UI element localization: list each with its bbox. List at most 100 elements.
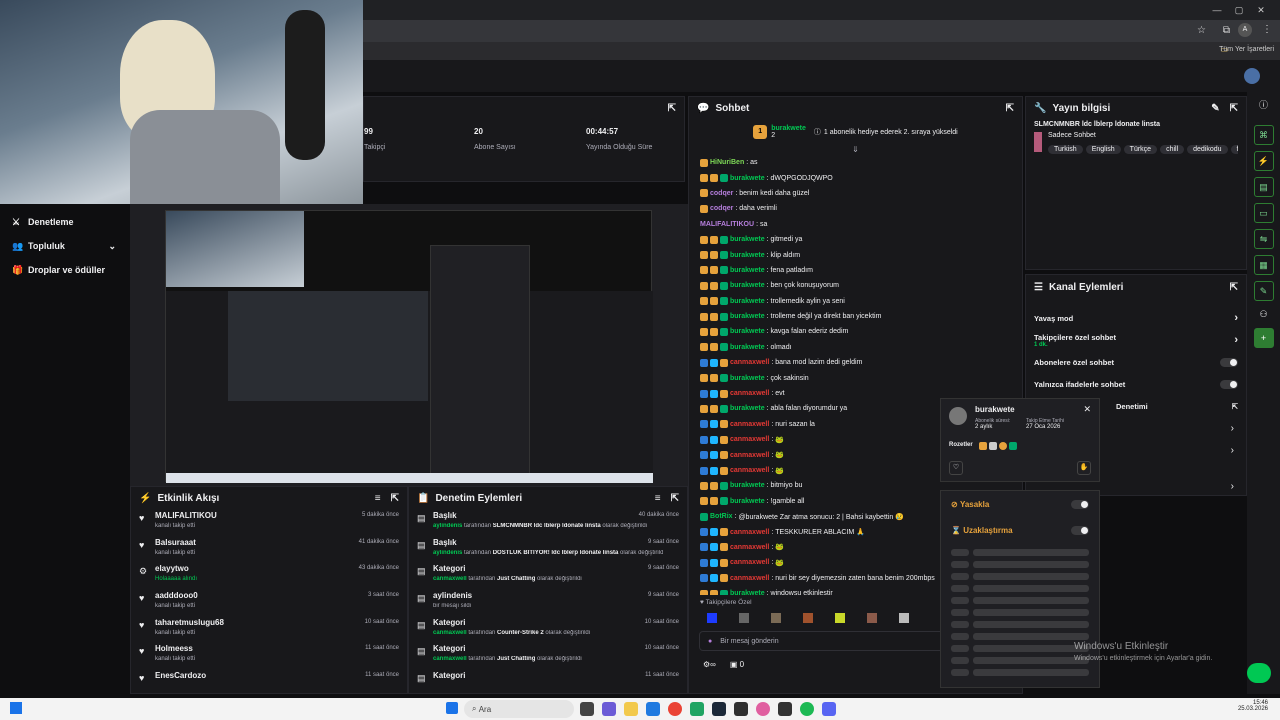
chat-username[interactable]: burakwete (730, 282, 765, 289)
filter-icon[interactable]: ≡ (375, 493, 381, 504)
chat-username[interactable]: canmaxwell (730, 421, 769, 428)
channel-action-row[interactable]: Takipçilere özel sohbet 1 dk. › (1026, 329, 1246, 351)
obs-icon[interactable] (778, 702, 792, 716)
filter-icon[interactable]: ≡ (655, 493, 661, 504)
modlog-actor[interactable]: canmaxwell (433, 576, 467, 582)
chat-username[interactable]: HiNuriBen (710, 159, 744, 166)
stream-tag[interactable]: fu (1230, 145, 1238, 154)
gifter-name[interactable]: burakwete (771, 125, 806, 132)
modlog-actor[interactable]: canmaxwell (433, 630, 467, 636)
channel-action-row[interactable]: Abonelere özel sohbet (1026, 351, 1246, 373)
extensions-icon[interactable]: ⧉ (1223, 25, 1230, 36)
chat-username[interactable]: burakwete (730, 498, 765, 505)
popout-icon[interactable]: ⇱ (671, 493, 679, 504)
mic-icon[interactable]: ● (708, 638, 712, 645)
stream-tag[interactable]: Türkçe (1123, 145, 1158, 154)
scroll-down-icon[interactable]: ⇓ (689, 145, 1022, 155)
popout-icon[interactable]: ⇱ (1006, 103, 1014, 114)
stream-video[interactable] (165, 210, 653, 483)
chevron-right-icon[interactable]: › (1234, 334, 1238, 346)
chat-username[interactable]: canmaxwell (730, 436, 769, 443)
start-menu-icon[interactable] (446, 702, 458, 714)
chat-username[interactable]: codqer (710, 205, 733, 212)
chat-username[interactable]: burakwete (730, 175, 765, 182)
popout-icon[interactable]: ⇱ (668, 103, 676, 114)
link-icon[interactable]: ⇋ (1253, 229, 1274, 249)
emote-icon[interactable] (835, 613, 845, 623)
emote-icon[interactable] (867, 613, 877, 623)
ban-row[interactable]: ⊘ Yasakla (941, 491, 1099, 517)
modlog-actor[interactable]: aylindenis (433, 523, 462, 529)
close-icon[interactable]: ✕ (1083, 404, 1091, 415)
chat-username[interactable]: canmaxwell (730, 559, 769, 566)
chat-username[interactable]: canmaxwell (730, 467, 769, 474)
floating-action-button[interactable] (1247, 663, 1271, 683)
timeout-row[interactable]: ⌛ Uzaklaştırma (941, 517, 1099, 543)
chat-username[interactable]: burakwete (730, 590, 765, 595)
chat-username[interactable]: burakwete (730, 375, 765, 382)
action-toggle[interactable] (1220, 357, 1238, 367)
report-button[interactable]: ✋ (1077, 461, 1091, 475)
action-toggle[interactable] (1220, 379, 1238, 389)
popout-icon[interactable]: ⇱ (391, 493, 399, 504)
chat-username[interactable]: burakwete (730, 482, 765, 489)
clipboard-icon[interactable]: ▤ (1253, 177, 1274, 197)
info-icon[interactable]: ⓘ (1247, 98, 1280, 111)
popout-icon[interactable]: ⇱ (1230, 103, 1238, 114)
edit-icon[interactable]: ✎ (1211, 103, 1219, 114)
popout-icon[interactable]: ⇱ (1232, 402, 1238, 411)
all-bookmarks-link[interactable]: Tüm Yer İşaretleri (1219, 46, 1274, 53)
chat-username[interactable]: MALIFALITIKOU (700, 221, 754, 228)
taskbar-clock[interactable]: 15:46 25.03.2026 (1238, 700, 1268, 712)
stream-tag[interactable]: Turkish (1048, 145, 1083, 154)
chevron-right-icon[interactable]: › (1231, 445, 1234, 456)
stream-tag[interactable]: dedikodu (1187, 145, 1228, 154)
taskbar-search[interactable]: ⌕ Ara (464, 700, 574, 718)
popout-icon[interactable]: ⇱ (1230, 282, 1238, 293)
user-avatar[interactable] (1244, 68, 1260, 84)
chat-username[interactable]: burakwete (730, 298, 765, 305)
profile-avatar[interactable]: A (1238, 23, 1252, 37)
chat-username[interactable]: burakwete (730, 405, 765, 412)
follow-heart-button[interactable]: ♡ (949, 461, 963, 475)
stream-tag[interactable]: English (1085, 145, 1121, 154)
channel-action-row[interactable]: Yalnızca ifadelerle sohbet (1026, 373, 1246, 395)
spotify-icon[interactable] (800, 702, 814, 716)
menu-kebab-icon[interactable]: ⋮ (1262, 24, 1272, 35)
app-icon[interactable] (756, 702, 770, 716)
close-window-button[interactable]: ✕ (1250, 0, 1272, 20)
chat-username[interactable]: burakwete (730, 267, 765, 274)
app-icon[interactable] (602, 702, 616, 716)
star-icon[interactable]: ☆ (1197, 25, 1206, 36)
chat-username[interactable]: canmaxwell (730, 452, 769, 459)
app-icon[interactable] (690, 702, 704, 716)
chat-username[interactable]: codqer (710, 190, 733, 197)
emote-icon[interactable] (707, 613, 717, 623)
stream-tag[interactable]: chill (1160, 145, 1185, 154)
chat-username[interactable]: canmaxwell (730, 529, 769, 536)
chevron-right-icon[interactable]: › (1231, 423, 1234, 434)
usercard-name[interactable]: burakwete (975, 405, 1015, 414)
chat-username[interactable]: burakwete (730, 236, 765, 243)
chat-username[interactable]: canmaxwell (730, 575, 769, 582)
task-view-icon[interactable] (580, 702, 594, 716)
emote-icon[interactable] (771, 613, 781, 623)
chat-username[interactable]: canmaxwell (730, 390, 769, 397)
maximize-button[interactable]: ▢ (1228, 0, 1250, 20)
chevron-right-icon[interactable]: › (1231, 481, 1234, 492)
users-icon[interactable]: ⚇ (1247, 309, 1280, 320)
settings-icon[interactable]: ⚙∞ (703, 660, 716, 669)
app-icon[interactable] (734, 702, 748, 716)
nav-item-moderation[interactable]: ⚔ Denetleme (0, 210, 130, 234)
plus-icon[interactable]: + (1253, 328, 1274, 348)
chat-username[interactable]: burakwete (730, 313, 765, 320)
windows-start-icon[interactable] (10, 702, 22, 714)
chat-username[interactable]: canmaxwell (730, 544, 769, 551)
minimize-button[interactable]: — (1206, 0, 1228, 20)
chat-icon[interactable]: ▭ (1253, 203, 1274, 223)
chat-username[interactable]: canmaxwell (730, 359, 769, 366)
bolt-icon[interactable]: ⚡ (1253, 151, 1274, 171)
points-counter[interactable]: ▣ 0 (730, 660, 744, 669)
channel-action-row[interactable]: Yavaş mod › (1026, 307, 1246, 329)
emote-icon[interactable] (739, 613, 749, 623)
